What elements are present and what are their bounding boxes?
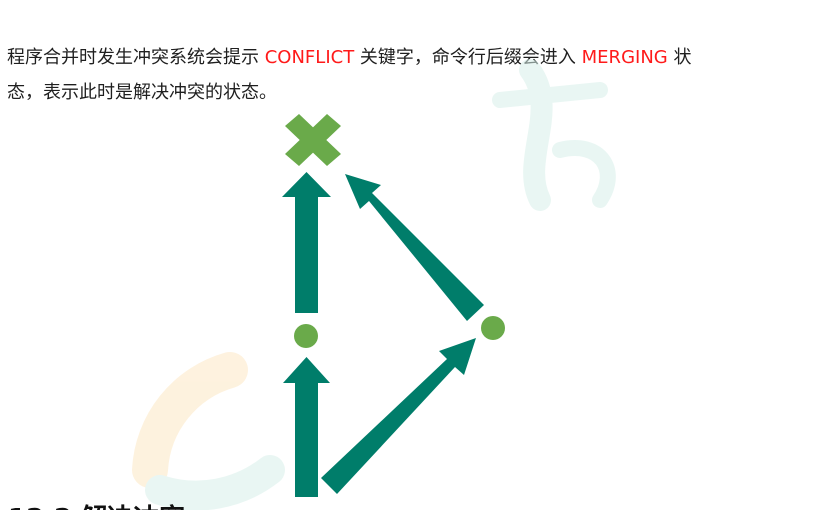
conflict-x-icon <box>285 114 341 166</box>
arrow-up-upper <box>282 172 331 313</box>
commit-node-right <box>481 316 505 340</box>
arrow-diagonal-to-conflict <box>345 174 484 321</box>
document-page: 程序合并时发生冲突系统会提示 CONFLICT 关键字，命令行后缀会进入 MER… <box>0 0 816 510</box>
arrow-diagonal-to-branch <box>321 338 476 494</box>
section-heading: 12.2 解决冲突 <box>8 498 185 510</box>
arrow-up-lower <box>283 357 330 497</box>
commit-node-left <box>294 324 318 348</box>
merge-conflict-diagram <box>132 59 616 510</box>
